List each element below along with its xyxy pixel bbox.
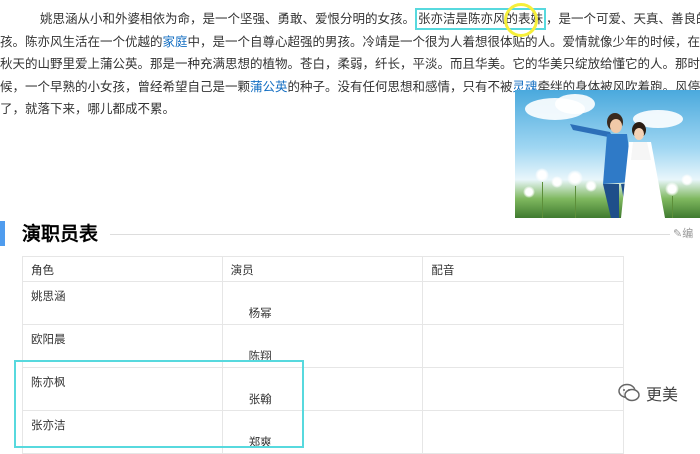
voice-cell: [422, 281, 624, 325]
article-text-segment: 了，就落下来，哪儿都成不累。: [0, 101, 176, 116]
link-family[interactable]: 家庭: [163, 34, 188, 49]
table-row: 姚思涵 杨幂: [22, 281, 624, 325]
dandelion-shape: [681, 174, 693, 186]
article-line-2: 孩。陈亦风生活在一个优越的家庭中，是一个自尊心超强的男孩。冷靖是一个很为人着想很…: [0, 31, 700, 54]
dandelion-shape: [585, 180, 597, 192]
article-text-segment: 姚思涵从小和外婆相依为命，是一个坚强、勇敢、爱恨分明的女孩。: [40, 11, 416, 26]
column-header-role: 角色: [22, 256, 223, 282]
article-text-segment: 中，是一个自尊心超强的男孩。冷靖是一个很为人着想很体贴的人。爱情就像少年的时候，…: [187, 33, 700, 49]
table-header-row: 角色 演员 配音: [22, 256, 624, 282]
article-text-segment: 孩。陈亦风生活在一个优越的: [0, 33, 163, 49]
voice-cell: [422, 410, 624, 454]
link-dandelion[interactable]: 蒲公英: [250, 79, 288, 94]
article-line-3: 秋天的山野里爱上蒲公英。那是一种充满思想的植物。苍白，柔弱，纤长，平淡。而且华美…: [0, 53, 700, 76]
dandelion-shape: [567, 170, 583, 186]
voice-cell: [422, 324, 624, 368]
dandelion-shape: [551, 176, 563, 188]
watermark: 更美: [618, 380, 678, 406]
annotation-circle: [504, 3, 538, 37]
column-header-actor: 演员: [221, 256, 424, 282]
section-accent-bar: [0, 221, 5, 246]
dandelion-shape: [535, 168, 549, 182]
article-text-segment: ，是一个可爱、天真、善良的女: [546, 11, 700, 26]
edit-link[interactable]: ✎编: [673, 225, 693, 241]
dandelion-shape: [523, 186, 535, 198]
role-cell: 姚思涵: [22, 281, 223, 325]
section-divider: [110, 234, 670, 235]
drama-poster-image[interactable]: [515, 90, 700, 218]
column-header-voice: 配音: [422, 256, 624, 282]
dandelion-shape: [665, 182, 679, 196]
stem-shape: [672, 196, 673, 218]
voice-cell: [422, 367, 624, 411]
section-title: 演职员表: [22, 223, 99, 245]
chat-bubble-icon: [618, 383, 640, 402]
watermark-text: 更美: [646, 385, 679, 404]
cast-section-header: 演职员表 ✎编: [0, 220, 700, 250]
edit-label: 编: [682, 227, 694, 240]
actor-cell[interactable]: 杨幂: [221, 281, 424, 325]
article-text-segment: 候，一个早熟的小女孩，曾经希望自己是一颗: [0, 78, 251, 94]
pencil-icon: ✎: [673, 227, 683, 240]
article-text-segment: 秋天的山野里爱上蒲公英。那是一种充满思想的植物。苍白，柔弱，纤长，平淡。而且华美…: [0, 56, 700, 71]
table-highlight-box: [14, 360, 304, 448]
article-text-segment: 的种子。没有任何思想和感情，只有不被: [287, 78, 513, 94]
stem-shape: [542, 182, 543, 218]
stem-shape: [575, 186, 576, 218]
article-line-1: 姚思涵从小和外婆相依为命，是一个坚强、勇敢、爱恨分明的女孩。 张亦洁是陈亦风的表妹…: [0, 8, 700, 31]
